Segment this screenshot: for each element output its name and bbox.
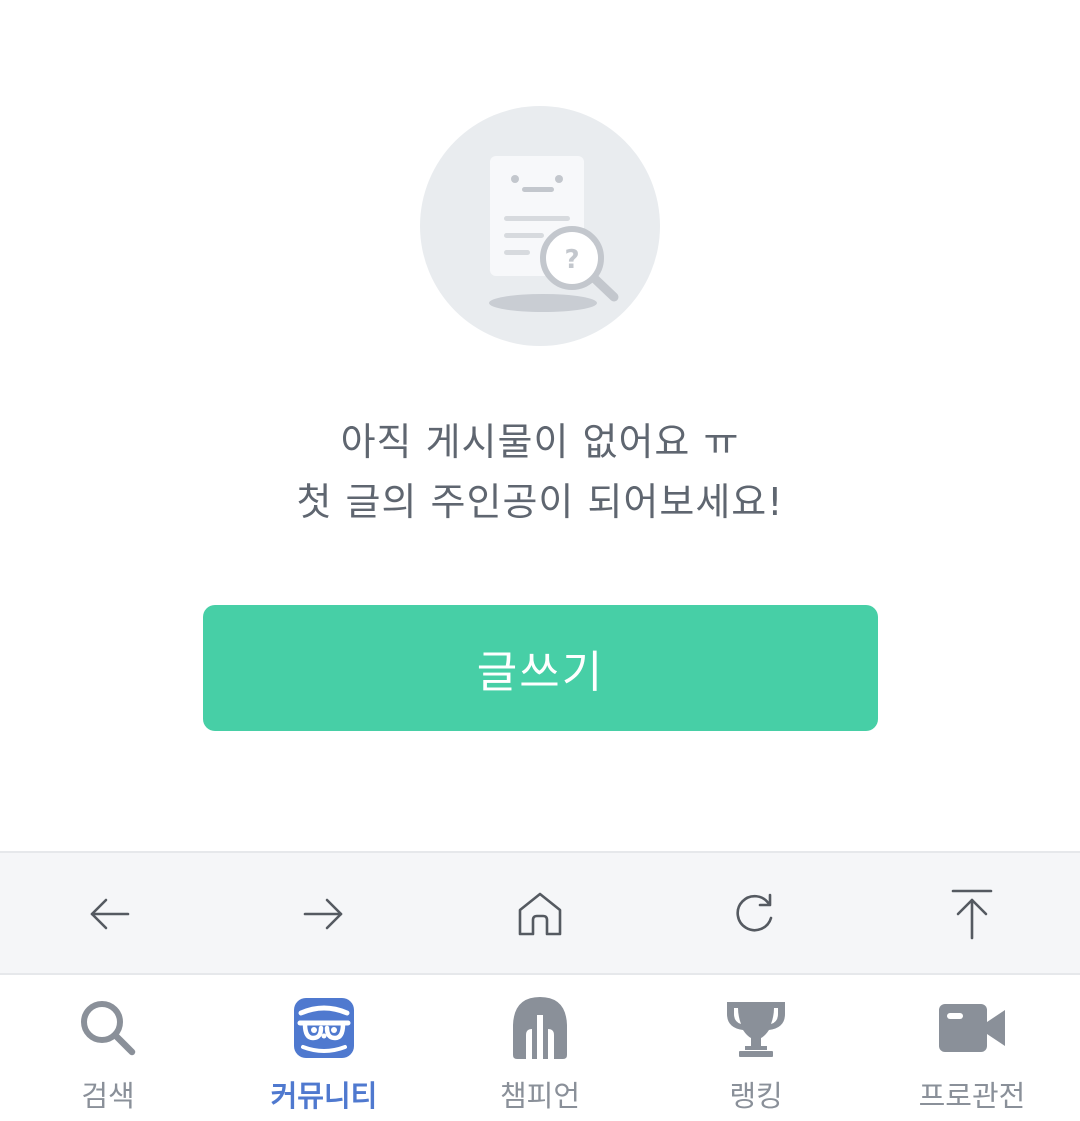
forward-button[interactable]	[291, 882, 355, 946]
write-post-button[interactable]: 글쓰기	[203, 605, 878, 731]
scroll-top-button[interactable]	[940, 882, 1004, 946]
nav-label-community: 커뮤니티	[270, 1079, 378, 1113]
search-icon	[70, 995, 146, 1061]
champion-helmet-icon	[502, 995, 578, 1061]
nav-item-search[interactable]: 검색	[0, 975, 216, 1121]
back-button[interactable]	[78, 882, 142, 946]
home-button[interactable]	[508, 882, 572, 946]
svg-text:?: ?	[564, 245, 579, 275]
nav-label-champion: 챔피언	[499, 1079, 581, 1113]
arrow-left-icon	[90, 898, 130, 930]
community-empty-page: ? 아직 게시물이 없어요 ㅠ 첫 글의 주인공이 되어보세요! 글쓰기 검색 …	[0, 0, 1080, 1121]
arrow-right-icon	[303, 898, 343, 930]
scroll-top-icon	[951, 889, 993, 940]
reload-icon	[736, 893, 773, 932]
nav-item-community[interactable]: 커뮤니티	[216, 975, 432, 1121]
community-icon	[286, 995, 362, 1061]
document-search-icon: ?	[420, 106, 660, 346]
empty-message-line-2: 첫 글의 주인공이 되어보세요!	[296, 480, 784, 524]
browser-toolbar	[0, 851, 1080, 975]
nav-label-search: 검색	[81, 1079, 135, 1113]
trophy-icon	[718, 995, 794, 1061]
bottom-nav: 검색 커뮤니티 챔피언 랭킹 프로관전	[0, 975, 1080, 1121]
nav-item-pro-view[interactable]: 프로관전	[864, 975, 1080, 1121]
home-icon	[518, 892, 562, 936]
reload-button[interactable]	[723, 882, 787, 946]
empty-message: 아직 게시물이 없어요 ㅠ 첫 글의 주인공이 되어보세요!	[0, 412, 1080, 532]
nav-item-ranking[interactable]: 랭킹	[648, 975, 864, 1121]
nav-label-pro-view: 프로관전	[918, 1079, 1026, 1113]
nav-label-ranking: 랭킹	[729, 1079, 783, 1113]
empty-message-line-1: 아직 게시물이 없어요 ㅠ	[340, 420, 740, 464]
video-camera-icon	[934, 995, 1010, 1061]
nav-item-champion[interactable]: 챔피언	[432, 975, 648, 1121]
